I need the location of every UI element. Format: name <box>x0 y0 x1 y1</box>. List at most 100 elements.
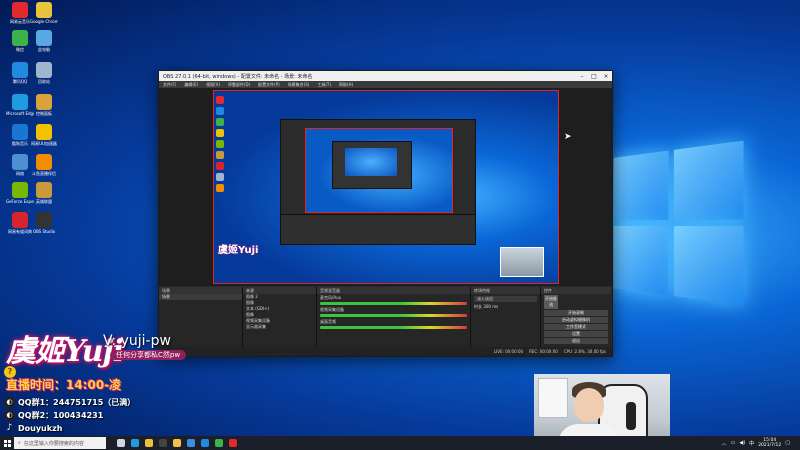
cloudmusic-icon[interactable] <box>226 436 240 450</box>
mirrored-brand: 虞姬Yuji <box>218 245 259 256</box>
taskbar-search[interactable]: ⌕ 在这里输入你要搜索的内容 <box>14 437 106 449</box>
sources-dock: 来源 图像 2 图像 文本 (GDI+) 图像 视频采集设备 显示器采集 <box>243 287 317 347</box>
volume-icon[interactable]: ◀) <box>739 440 745 446</box>
network-icon[interactable]: ▭ <box>731 440 736 446</box>
qq-icon[interactable] <box>198 436 212 450</box>
app-icon <box>36 62 52 78</box>
desktop-icon[interactable]: 此电脑 <box>30 30 58 52</box>
scenes-dock: 场景 场景 <box>159 287 243 347</box>
desktop-icon[interactable]: 控制面板 <box>30 94 58 116</box>
mixer-channel-label: 麦克风/Aux <box>320 295 341 300</box>
exit-button[interactable]: 退出 <box>544 338 608 344</box>
mixer-channel[interactable]: 麦克风/Aux <box>317 294 470 306</box>
start-recording-button[interactable]: 开始录制 <box>544 310 608 316</box>
app-icon <box>36 2 52 18</box>
wechat-icon[interactable] <box>212 436 226 450</box>
live-schedule: 直播时间：14:00-凌 <box>6 378 122 392</box>
clock-date: 2021/7/12 <box>758 443 782 448</box>
tray-arrow-icon[interactable]: ︿ <box>722 440 727 447</box>
windows-logo-wallpaper <box>613 140 748 310</box>
controls-dock: 控件 开始推流 开始录制 启动虚拟摄像机 工作室模式 设置 退出 <box>541 287 611 347</box>
app-icon <box>12 62 28 78</box>
app-icon <box>12 182 28 198</box>
notification-icon[interactable]: ▢ <box>785 440 790 446</box>
obs-menu-bar: 文件(F) 编辑(E) 视图(V) 停靠部件(D) 配置文件(P) 场景集合(S… <box>159 81 612 88</box>
menu-help[interactable]: 帮助(H) <box>339 82 353 88</box>
menu-view[interactable]: 视图(V) <box>206 82 220 88</box>
transitions-dock: 转场特效 淡入淡出 时长 300 ms <box>471 287 541 347</box>
qq-penguin-icon: ◐ <box>4 410 15 421</box>
app-icon <box>12 124 28 140</box>
desktop-icon[interactable]: 回收站 <box>30 62 58 84</box>
menu-tools[interactable]: 工具(T) <box>317 82 331 88</box>
desktop-icon[interactable]: 英雄联盟 <box>30 182 58 204</box>
qq-group-1-text: QQ群1：244751715（已满） <box>18 398 136 407</box>
mirrored-desktop-icons <box>216 93 230 195</box>
app-icon <box>36 94 52 110</box>
ime-icon[interactable]: 中 <box>749 440 754 447</box>
obs-title-bar[interactable]: OBS 27.0.1 (64-bit, windows) - 配置文件: 未命名… <box>159 71 612 81</box>
start-streaming-button[interactable]: 开始推流 <box>544 295 558 309</box>
explorer-icon[interactable] <box>170 436 184 450</box>
mixer-channel-label: 桌面音频 <box>320 319 336 324</box>
source-item[interactable]: 显示器采集 <box>243 324 316 330</box>
settings-button[interactable]: 设置 <box>544 331 608 337</box>
scene-item[interactable]: 场景 <box>159 294 242 300</box>
desktop-icon[interactable]: 网易UU加速器 <box>30 124 58 146</box>
app-icon <box>36 212 52 228</box>
minimize-icon[interactable]: – <box>576 73 588 80</box>
desktop-icon-label: 此电脑 <box>38 47 50 52</box>
douyin-account: ♪ Douyukzh <box>4 423 63 434</box>
obs-window-title: OBS 27.0.1 (64-bit, windows) - 配置文件: 未命名… <box>163 73 313 80</box>
menu-scene-collection[interactable]: 场景集合(S) <box>288 82 310 88</box>
sources-dock-title: 来源 <box>243 287 316 294</box>
share-note-pill: 任何分享都私C然pw <box>110 350 187 360</box>
obs-icon[interactable] <box>156 436 170 450</box>
windows-start-icon <box>3 439 11 447</box>
menu-docks[interactable]: 停靠部件(D) <box>228 82 250 88</box>
close-icon[interactable]: × <box>600 73 612 80</box>
desktop-icon-label: 控制面板 <box>36 111 52 116</box>
transition-duration[interactable]: 时长 300 ms <box>471 304 540 310</box>
preview-canvas[interactable]: 虞姬Yuji <box>213 90 559 284</box>
duration-label: 时长 <box>474 304 482 309</box>
transition-select[interactable]: 淡入淡出 <box>474 296 537 302</box>
app-icon <box>12 154 28 170</box>
chrome-icon[interactable] <box>142 436 156 450</box>
desktop-icon[interactable]: OBS Studio <box>30 212 58 234</box>
virtual-camera-button[interactable]: 启动虚拟摄像机 <box>544 317 608 323</box>
scenes-dock-title: 场景 <box>159 287 242 294</box>
tiktok-icon: ♪ <box>6 423 13 433</box>
search-icon: ⌕ <box>18 440 21 446</box>
transitions-dock-title: 转场特效 <box>471 287 540 294</box>
studio-mode-button[interactable]: 工作室模式 <box>544 324 608 330</box>
desktop-icon-label: 英雄联盟 <box>36 199 52 204</box>
mixer-channel[interactable]: 桌面音频 <box>317 318 470 330</box>
qq-group-1: ◐ QQ群1：244751715（已满） <box>4 397 135 408</box>
desktop-icon-label: 网易UU加速器 <box>31 141 57 146</box>
taskbar-clock[interactable]: 15:04 2021/7/12 <box>758 438 781 448</box>
qq-group-2: ◐ QQ群2：100434231 <box>4 410 103 421</box>
task-view-icon[interactable] <box>114 436 128 450</box>
volume-meter <box>320 326 467 329</box>
app-icon <box>36 124 52 140</box>
edge-icon[interactable] <box>128 436 142 450</box>
mixer-channel[interactable]: 视频采集设备 <box>317 306 470 318</box>
menu-file[interactable]: 文件(F) <box>163 82 176 88</box>
obs-preview-area[interactable]: 虞姬Yuji <box>159 88 612 286</box>
desktop-icon-label: 斗鱼直播伴侣 <box>32 171 56 176</box>
menu-profile[interactable]: 配置文件(P) <box>258 82 280 88</box>
obs-window[interactable]: OBS 27.0.1 (64-bit, windows) - 配置文件: 未命名… <box>158 70 613 357</box>
desktop-icon[interactable]: 斗鱼直播伴侣 <box>30 154 58 176</box>
app-icon <box>12 2 28 18</box>
desktop-icon[interactable]: Google Chrome <box>30 2 58 24</box>
start-button[interactable] <box>0 436 14 450</box>
cpu-fps: CPU: 2.8%, 30.00 fps <box>563 349 606 354</box>
mouse-cursor-icon: ➤ <box>564 132 572 142</box>
douyin-text: Douyukzh <box>18 424 63 433</box>
store-icon[interactable] <box>184 436 198 450</box>
qq-group-2-text: QQ群2：100434231 <box>18 411 104 420</box>
wechat-id: V: yuji-pw <box>103 333 171 349</box>
menu-edit[interactable]: 编辑(E) <box>184 82 198 88</box>
maximize-icon[interactable]: □ <box>588 73 600 80</box>
